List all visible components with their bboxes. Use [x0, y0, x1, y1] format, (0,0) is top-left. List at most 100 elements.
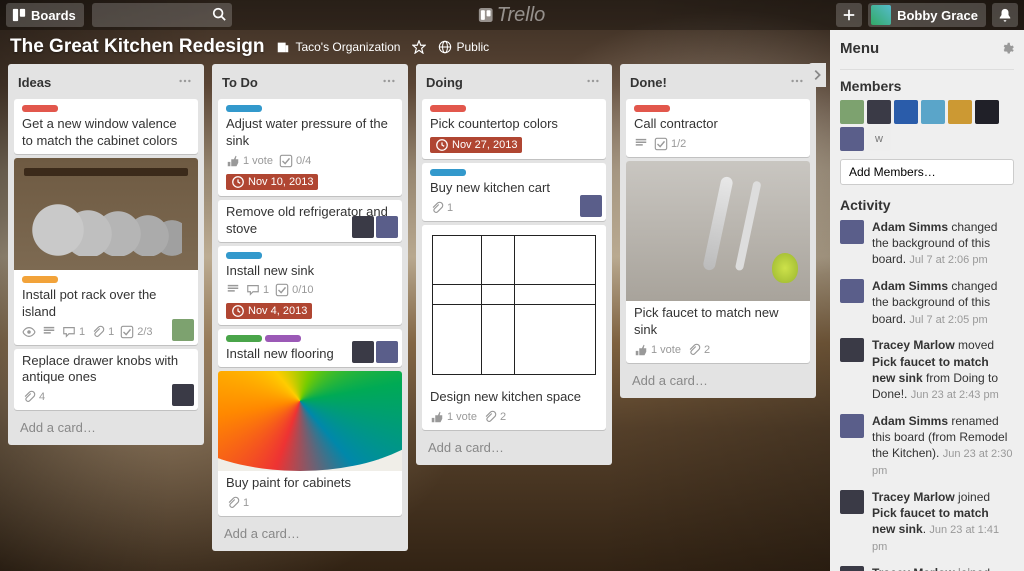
activity-list: Adam Simms changed the background of thi… [840, 219, 1014, 571]
card-member-avatar[interactable] [352, 216, 374, 238]
board-org[interactable]: Taco's Organization [276, 40, 400, 54]
add-members-button[interactable]: Add Members… [840, 159, 1014, 185]
card-cover [14, 158, 198, 270]
board-canvas[interactable]: Ideas Get a new window valence to match t… [0, 60, 830, 571]
member-avatar[interactable] [867, 100, 891, 124]
dots-icon [790, 74, 804, 88]
activity-item: Adam Simms renamed this board (from Remo… [840, 413, 1014, 479]
card[interactable]: Pick countertop colors Nov 27, 2013 [422, 99, 606, 159]
user-menu[interactable]: Bobby Grace [868, 3, 986, 27]
boards-button[interactable]: Boards [6, 3, 84, 27]
activity-avatar[interactable] [840, 220, 864, 244]
card-member-avatar[interactable] [376, 341, 398, 363]
member-avatar[interactable] [840, 100, 864, 124]
card-member-avatar[interactable] [376, 216, 398, 238]
list-title[interactable]: Doing [426, 75, 463, 90]
card[interactable]: Adjust water pressure of the sink 1 vote… [218, 99, 402, 196]
add-card-button[interactable]: Add a card… [420, 434, 608, 461]
list-menu-button[interactable] [176, 72, 194, 93]
attachments-badge: 4 [22, 390, 45, 404]
card-member-avatar[interactable] [580, 195, 602, 217]
card-label[interactable] [226, 252, 262, 259]
card[interactable]: Design new kitchen space 1 vote 2 [422, 225, 606, 430]
list-menu-button[interactable] [788, 72, 806, 93]
comments-badge: 1 [246, 283, 269, 297]
dots-icon [586, 74, 600, 88]
card-labels [14, 270, 198, 283]
add-card-button[interactable]: Add a card… [624, 367, 812, 394]
activity-text: Adam Simms changed the background of thi… [872, 278, 1014, 327]
card[interactable]: Install pot rack over the island 1 1 2/3 [14, 158, 198, 345]
check-icon [275, 283, 289, 297]
card[interactable]: Call contractor 1/2 [626, 99, 810, 157]
app-logo[interactable]: Trello [479, 4, 546, 27]
list: Doing Pick countertop colors Nov 27, 2013… [416, 64, 612, 465]
card-title: Install pot rack over the island [14, 283, 198, 325]
board-title[interactable]: The Great Kitchen Redesign [10, 36, 264, 58]
menu-collapse-handle[interactable] [808, 63, 826, 87]
list-title[interactable]: Done! [630, 75, 667, 90]
card[interactable]: Install new flooring [218, 329, 402, 367]
activity-heading: Activity [840, 197, 1014, 213]
dots-icon [178, 74, 192, 88]
card-label[interactable] [430, 169, 466, 176]
card-label[interactable] [634, 105, 670, 112]
card[interactable]: Pick faucet to match new sink 1 vote 2 [626, 161, 810, 363]
divider [840, 69, 1014, 70]
desc-badge [42, 325, 56, 339]
activity-avatar[interactable] [840, 414, 864, 438]
add-card-button[interactable]: Add a card… [216, 520, 404, 547]
activity-avatar[interactable] [840, 566, 864, 571]
activity-timestamp: Jul 7 at 2:05 pm [909, 314, 987, 326]
activity-avatar[interactable] [840, 338, 864, 362]
card-title: Adjust water pressure of the sink [218, 112, 402, 154]
member-avatar[interactable] [894, 100, 918, 124]
card[interactable]: Replace drawer knobs with antique ones 4 [14, 349, 198, 411]
member-avatar[interactable]: w [867, 127, 891, 151]
card-label[interactable] [226, 335, 262, 342]
card-title: Call contractor [626, 112, 810, 137]
list: Done!Call contractor 1/2Pick faucet to m… [620, 64, 816, 398]
card[interactable]: Get a new window valence to match the ca… [14, 99, 198, 154]
card-label[interactable] [22, 276, 58, 283]
card[interactable]: Install new sink 1 0/10 Nov 4, 2013 [218, 246, 402, 326]
card[interactable]: Buy new kitchen cart 1 [422, 163, 606, 221]
member-avatar[interactable] [948, 100, 972, 124]
chevron-right-icon [810, 68, 824, 82]
activity-avatar[interactable] [840, 279, 864, 303]
card-label[interactable] [265, 335, 301, 342]
member-avatar[interactable] [840, 127, 864, 151]
card[interactable]: Remove old refrigerator and stove [218, 200, 402, 242]
list-menu-button[interactable] [584, 72, 602, 93]
activity-avatar[interactable] [840, 490, 864, 514]
card-member-avatar[interactable] [352, 341, 374, 363]
vote-icon [634, 343, 648, 357]
card-member-avatar[interactable] [172, 319, 194, 341]
list-title[interactable]: Ideas [18, 75, 51, 90]
visibility-button[interactable]: Public [438, 40, 489, 54]
card-label[interactable] [430, 105, 466, 112]
add-card-button[interactable]: Add a card… [12, 414, 200, 441]
card-badges: 1/2 [626, 137, 810, 157]
member-avatar[interactable] [975, 100, 999, 124]
card-members [352, 216, 398, 238]
card-label[interactable] [22, 105, 58, 112]
notifications-button[interactable] [992, 3, 1018, 27]
search-input[interactable] [92, 3, 232, 27]
list-menu-button[interactable] [380, 72, 398, 93]
list-title[interactable]: To Do [222, 75, 258, 90]
create-button[interactable] [836, 3, 862, 27]
member-avatar[interactable] [921, 100, 945, 124]
star-board-button[interactable] [412, 40, 426, 54]
card-title: Pick faucet to match new sink [626, 301, 810, 343]
due-badge: Nov 10, 2013 [226, 174, 318, 190]
card[interactable]: Buy paint for cabinets 1 [218, 371, 402, 516]
card-badges: 1 vote 2 [422, 410, 606, 430]
card-badges: 1 [422, 201, 606, 221]
comment-icon [246, 283, 260, 297]
card-member-avatar[interactable] [172, 384, 194, 406]
gear-icon[interactable] [1000, 42, 1014, 56]
card-labels [422, 163, 606, 176]
card-labels [14, 99, 198, 112]
card-label[interactable] [226, 105, 262, 112]
